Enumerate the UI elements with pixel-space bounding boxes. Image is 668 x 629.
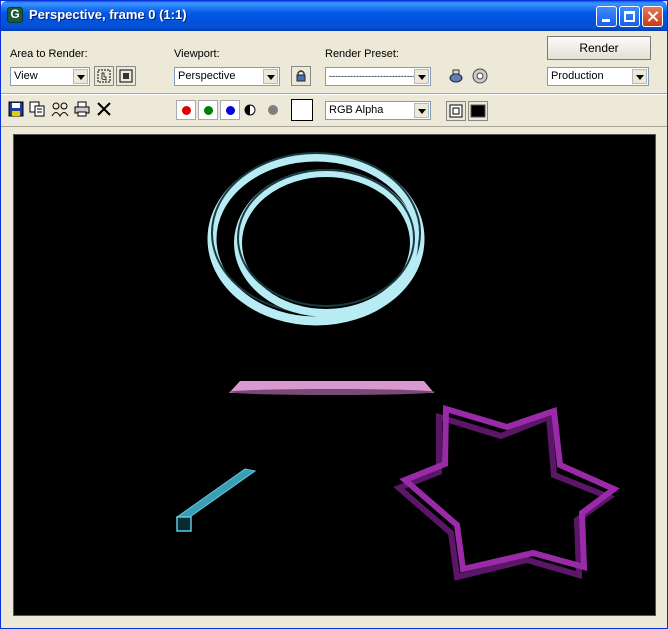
channel-select[interactable]: RGB Alpha (325, 101, 431, 120)
region-select-icon (119, 69, 133, 83)
chevron-down-icon[interactable] (632, 69, 647, 84)
render-preset-select[interactable]: ------------------------------ (325, 67, 431, 86)
mono-channel-icon[interactable] (267, 104, 279, 119)
print-icon[interactable] (74, 101, 90, 120)
production-select[interactable]: Production (547, 67, 649, 86)
render-frame-window: Perspective, frame 0 (1:1) Area to Rende… (0, 0, 668, 629)
overlay-icon (449, 104, 463, 118)
area-to-render-value: View (14, 70, 38, 82)
app-icon[interactable] (7, 7, 23, 23)
pink-disc (229, 381, 435, 395)
red-channel-toggle[interactable] (176, 100, 196, 120)
separator (1, 126, 667, 127)
chevron-down-icon[interactable] (414, 69, 429, 84)
close-icon[interactable] (642, 6, 663, 27)
toggle-ui-overlay-button[interactable] (446, 101, 466, 121)
copy-icon[interactable] (29, 101, 45, 120)
blue-channel-icon (226, 106, 235, 115)
window-title: Perspective, frame 0 (1:1) (29, 7, 187, 22)
rendered-scene (175, 152, 620, 581)
gear-icon (472, 68, 488, 84)
viewport-value: Perspective (178, 70, 236, 82)
chevron-down-icon[interactable] (414, 103, 429, 118)
hand-region-icon (97, 69, 111, 83)
lock-viewport-button[interactable] (291, 66, 311, 86)
render-preset-label: Render Preset: (325, 48, 399, 60)
render-button[interactable]: Render (547, 36, 651, 60)
clear-icon[interactable] (96, 101, 112, 120)
lock-icon (296, 70, 306, 82)
cyan-tube (175, 468, 257, 532)
viewport-label: Viewport: (174, 48, 220, 60)
save-icon[interactable] (8, 101, 24, 120)
render-setup-button[interactable] (446, 66, 466, 86)
blue-channel-toggle[interactable] (220, 100, 240, 120)
auto-region-button[interactable] (116, 66, 136, 86)
production-value: Production (551, 70, 604, 82)
environment-button[interactable] (470, 66, 490, 86)
viewport-select[interactable]: Perspective (174, 67, 280, 86)
area-to-render-label: Area to Render: (10, 48, 88, 60)
channel-select-value: RGB Alpha (329, 104, 384, 116)
red-channel-icon (182, 106, 191, 115)
edit-region-button[interactable] (94, 66, 114, 86)
chevron-down-icon[interactable] (73, 69, 88, 84)
torus-rings (207, 152, 425, 326)
title-bar[interactable]: Perspective, frame 0 (1:1) (1, 1, 667, 31)
area-to-render-select[interactable]: View (10, 67, 90, 86)
black-frame-icon (470, 104, 486, 118)
display-alpha-button[interactable] (468, 101, 488, 121)
teapot-icon (449, 69, 463, 83)
render-preset-value: ------------------------------ (329, 71, 419, 81)
render-viewport[interactable] (13, 134, 656, 616)
chevron-down-icon[interactable] (263, 69, 278, 84)
color-swatch[interactable] (291, 99, 313, 121)
minimize-icon[interactable] (596, 6, 617, 27)
purple-star (393, 405, 620, 581)
maximize-icon[interactable] (619, 6, 640, 27)
clone-icon[interactable] (51, 101, 69, 120)
green-channel-icon (204, 106, 213, 115)
green-channel-toggle[interactable] (198, 100, 218, 120)
separator (1, 94, 667, 95)
alpha-channel-icon[interactable] (244, 104, 256, 119)
